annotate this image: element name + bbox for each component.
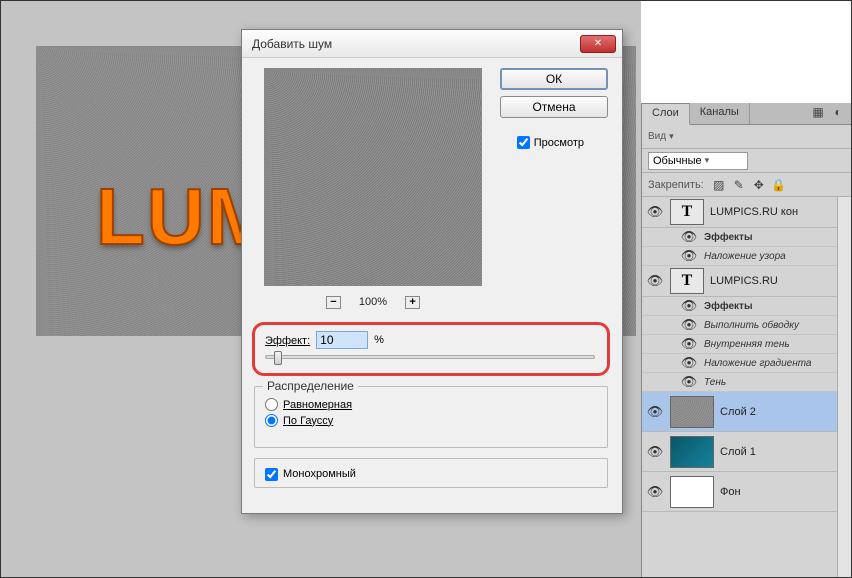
effect-amount-group: Эффект: % (252, 322, 610, 376)
distribution-gaussian-radio[interactable] (265, 414, 278, 427)
tab-channels[interactable]: Каналы (690, 103, 750, 124)
visibility-toggle-icon[interactable]: 👁 (646, 273, 664, 289)
distribution-uniform-radio[interactable] (265, 398, 278, 411)
visibility-toggle-icon[interactable]: 👁 (680, 298, 698, 314)
zoom-in-button[interactable]: + (405, 296, 420, 309)
effect-label: Эффект: (265, 333, 310, 347)
visibility-toggle-icon[interactable]: 👁 (680, 336, 698, 352)
dialog-titlebar[interactable]: Добавить шум ✕ (242, 30, 622, 58)
distribution-uniform-label: Равномерная (283, 399, 352, 411)
blend-mode-select[interactable]: Обычные (648, 152, 748, 170)
cancel-button[interactable]: Отмена (500, 96, 608, 118)
zoom-level: 100% (359, 296, 387, 308)
layer-name: Фон (720, 486, 741, 498)
fx-item[interactable]: Тень (704, 377, 726, 388)
lock-pixels-icon[interactable]: ✎ (732, 178, 746, 192)
effect-amount-input[interactable] (316, 331, 368, 349)
filter-kind-dropdown[interactable]: Вид (648, 131, 674, 142)
monochrome-checkbox[interactable] (265, 468, 278, 481)
effect-unit: % (374, 334, 384, 346)
layer-thumbnail[interactable] (670, 436, 714, 468)
layer-thumbnail[interactable] (670, 476, 714, 508)
layer-thumbnail[interactable] (670, 396, 714, 428)
visibility-toggle-icon[interactable]: 👁 (646, 444, 664, 460)
tab-layers[interactable]: Слои (642, 103, 690, 125)
distribution-gaussian-label: По Гауссу (283, 415, 333, 427)
layer-item[interactable]: 👁 Слой 2 (642, 392, 837, 432)
distribution-fieldset: Распределение Равномерная По Гауссу (254, 386, 608, 448)
preview-checkbox-label: Просмотр (534, 137, 584, 149)
layer-item[interactable]: 👁 Фон (642, 472, 837, 512)
fx-header[interactable]: Эффекты (704, 301, 753, 312)
filter-adjust-icon[interactable]: ◐ (831, 105, 845, 119)
distribution-legend: Распределение (263, 379, 358, 393)
add-noise-dialog: Добавить шум ✕ − 100% + ОК Отмена Просмо… (241, 29, 623, 514)
lock-label: Закрепить: (648, 179, 704, 191)
fx-item[interactable]: Наложение узора (704, 251, 786, 262)
visibility-toggle-icon[interactable]: 👁 (680, 317, 698, 333)
lock-transparency-icon[interactable]: ▨ (712, 178, 726, 192)
effect-slider[interactable] (265, 355, 595, 359)
lock-all-icon[interactable]: 🔒 (772, 178, 786, 192)
visibility-toggle-icon[interactable]: 👁 (680, 248, 698, 264)
monochrome-label: Монохромный (283, 468, 356, 480)
visibility-toggle-icon[interactable]: 👁 (680, 374, 698, 390)
filter-pixel-icon[interactable]: ▦ (811, 105, 825, 119)
fx-item[interactable]: Выполнить обводку (704, 320, 799, 331)
lock-position-icon[interactable]: ✥ (752, 178, 766, 192)
layer-name: LUMPICS.RU (710, 275, 778, 287)
close-button[interactable]: ✕ (580, 35, 616, 53)
preview-image[interactable] (264, 68, 482, 286)
visibility-toggle-icon[interactable]: 👁 (646, 404, 664, 420)
zoom-out-button[interactable]: − (326, 296, 341, 309)
layer-item[interactable]: 👁 Слой 1 (642, 432, 837, 472)
layer-name: Слой 2 (720, 406, 756, 418)
layer-name: Слой 1 (720, 446, 756, 458)
layer-thumbnail[interactable]: T (670, 268, 704, 294)
fx-item[interactable]: Внутренняя тень (704, 339, 790, 350)
visibility-toggle-icon[interactable]: 👁 (680, 355, 698, 371)
layer-thumbnail[interactable]: T (670, 199, 704, 225)
visibility-toggle-icon[interactable]: 👁 (646, 484, 664, 500)
layers-panel: Слои Каналы Вид ▦ ◐ Обычные Закрепить: ▨… (641, 103, 851, 577)
preview-checkbox[interactable] (517, 136, 530, 149)
visibility-toggle-icon[interactable]: 👁 (646, 204, 664, 220)
fx-item[interactable]: Наложение градиента (704, 358, 812, 369)
monochrome-fieldset: Монохромный (254, 458, 608, 488)
layers-list: 👁 T LUMPICS.RU кон 👁 Эффекты 👁 Наложение у… (642, 197, 837, 577)
effect-slider-thumb[interactable] (274, 351, 282, 365)
layer-name: LUMPICS.RU кон (710, 206, 798, 218)
layers-scrollbar[interactable] (837, 197, 851, 577)
fx-header[interactable]: Эффекты (704, 232, 753, 243)
dialog-title: Добавить шум (248, 37, 580, 51)
layer-item[interactable]: 👁 T LUMPICS.RU (642, 266, 837, 297)
visibility-toggle-icon[interactable]: 👁 (680, 229, 698, 245)
ok-button[interactable]: ОК (500, 68, 608, 90)
layer-item[interactable]: 👁 T LUMPICS.RU кон (642, 197, 837, 228)
